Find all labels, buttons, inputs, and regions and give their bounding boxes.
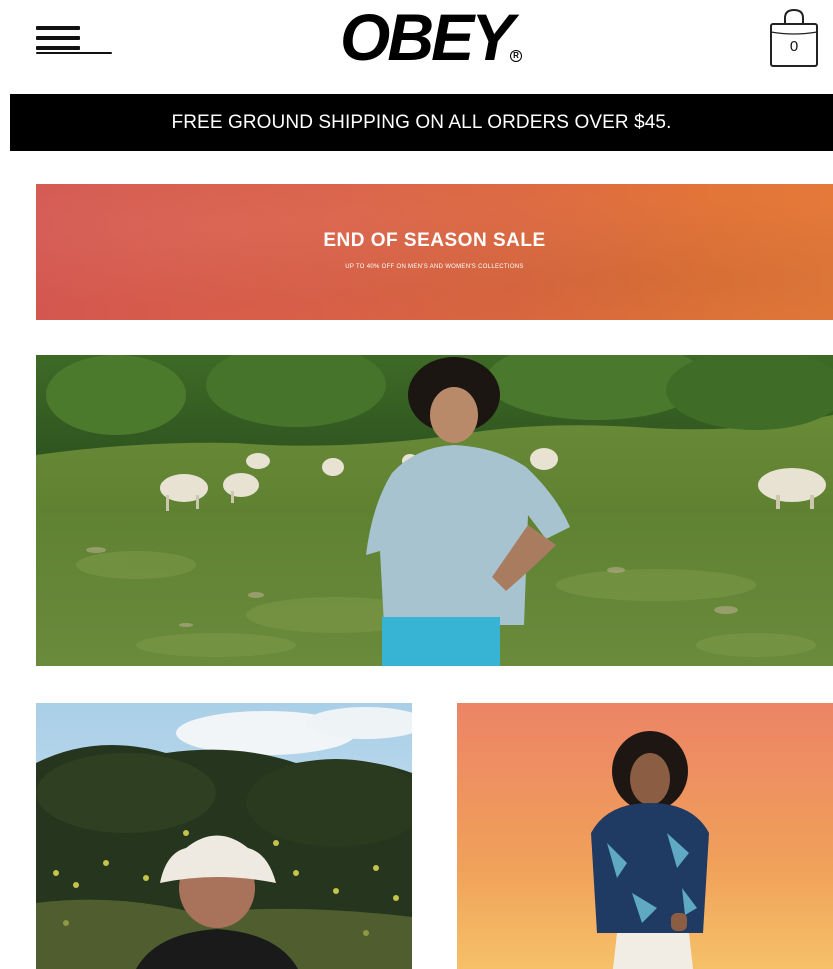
cart-count: 0 [789, 38, 799, 55]
sale-title: END OF SEASON SALE [323, 230, 546, 251]
hero-image[interactable] [36, 355, 833, 666]
logo-text: OBEY [340, 0, 514, 74]
shopping-bag-icon[interactable]: 0 [766, 6, 822, 68]
obey-logo[interactable]: OBEY R [340, 2, 530, 72]
registered-mark: R [510, 50, 522, 62]
promo-bar: FREE GROUND SHIPPING ON ALL ORDERS OVER … [10, 94, 833, 151]
product-tile-right[interactable] [457, 703, 833, 969]
hamburger-menu-icon[interactable] [36, 24, 112, 58]
product-tile-left[interactable] [36, 703, 412, 969]
site-header: OBEY R 0 [0, 0, 833, 92]
sale-subtitle: UP TO 40% OFF ON MEN'S AND WOMEN'S COLLE… [345, 264, 524, 270]
sale-banner[interactable]: END OF SEASON SALE UP TO 40% OFF ON MEN'… [36, 184, 833, 320]
